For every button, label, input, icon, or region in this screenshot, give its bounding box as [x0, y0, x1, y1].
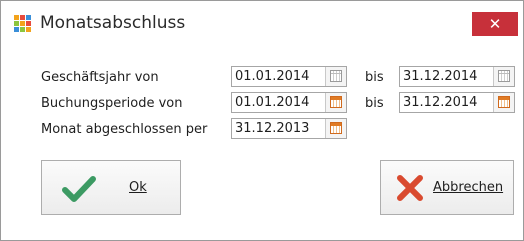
fiscal-year-from-value: 01.01.2014 — [235, 69, 310, 84]
month-closed-value: 31.12.2013 — [235, 121, 310, 136]
title-bar: Monatsabschluss ✕ — [1, 1, 523, 47]
window-title: Monatsabschluss — [40, 13, 186, 33]
calendar-icon — [330, 122, 342, 134]
posting-period-from-value: 01.01.2014 — [235, 95, 310, 110]
close-button[interactable]: ✕ — [472, 12, 518, 36]
calendar-icon — [498, 70, 510, 82]
posting-period-from-input[interactable]: 01.01.2014 — [231, 92, 347, 113]
cancel-button[interactable]: Abbrechen — [380, 160, 514, 215]
fiscal-year-from-calendar-button[interactable] — [325, 67, 346, 86]
month-closed-input[interactable]: 31.12.2013 — [231, 118, 347, 139]
fiscal-year-label: Geschäftsjahr von — [41, 70, 159, 85]
fiscal-year-from-input[interactable]: 01.01.2014 — [231, 66, 347, 87]
fiscal-year-to-input[interactable]: 31.12.2014 — [399, 66, 515, 87]
ok-button-label: Ok — [129, 180, 147, 195]
posting-period-to-input[interactable]: 31.12.2014 — [399, 92, 515, 113]
posting-period-to-value: 31.12.2014 — [403, 95, 478, 110]
x-cross-icon — [397, 175, 423, 201]
fiscal-year-to-label: bis — [365, 70, 384, 85]
fiscal-year-to-calendar-button[interactable] — [493, 67, 514, 86]
grid-app-icon — [14, 15, 31, 32]
month-closed-label: Monat abgeschlossen per — [41, 122, 208, 137]
cancel-button-label: Abbrechen — [433, 180, 504, 195]
dialog-window: Monatsabschluss ✕ Geschäftsjahr von 01.0… — [0, 0, 524, 241]
month-closed-calendar-button[interactable] — [325, 119, 346, 138]
fiscal-year-to-value: 31.12.2014 — [403, 69, 478, 84]
calendar-icon — [330, 70, 342, 82]
posting-period-to-label: bis — [365, 96, 384, 111]
calendar-icon — [330, 96, 342, 108]
posting-period-from-calendar-button[interactable] — [325, 93, 346, 112]
posting-period-to-calendar-button[interactable] — [493, 93, 514, 112]
posting-period-label: Buchungsperiode von — [41, 96, 183, 111]
ok-button[interactable]: Ok — [41, 160, 181, 215]
checkmark-icon — [62, 176, 96, 202]
close-icon: ✕ — [488, 15, 502, 33]
calendar-icon — [498, 96, 510, 108]
